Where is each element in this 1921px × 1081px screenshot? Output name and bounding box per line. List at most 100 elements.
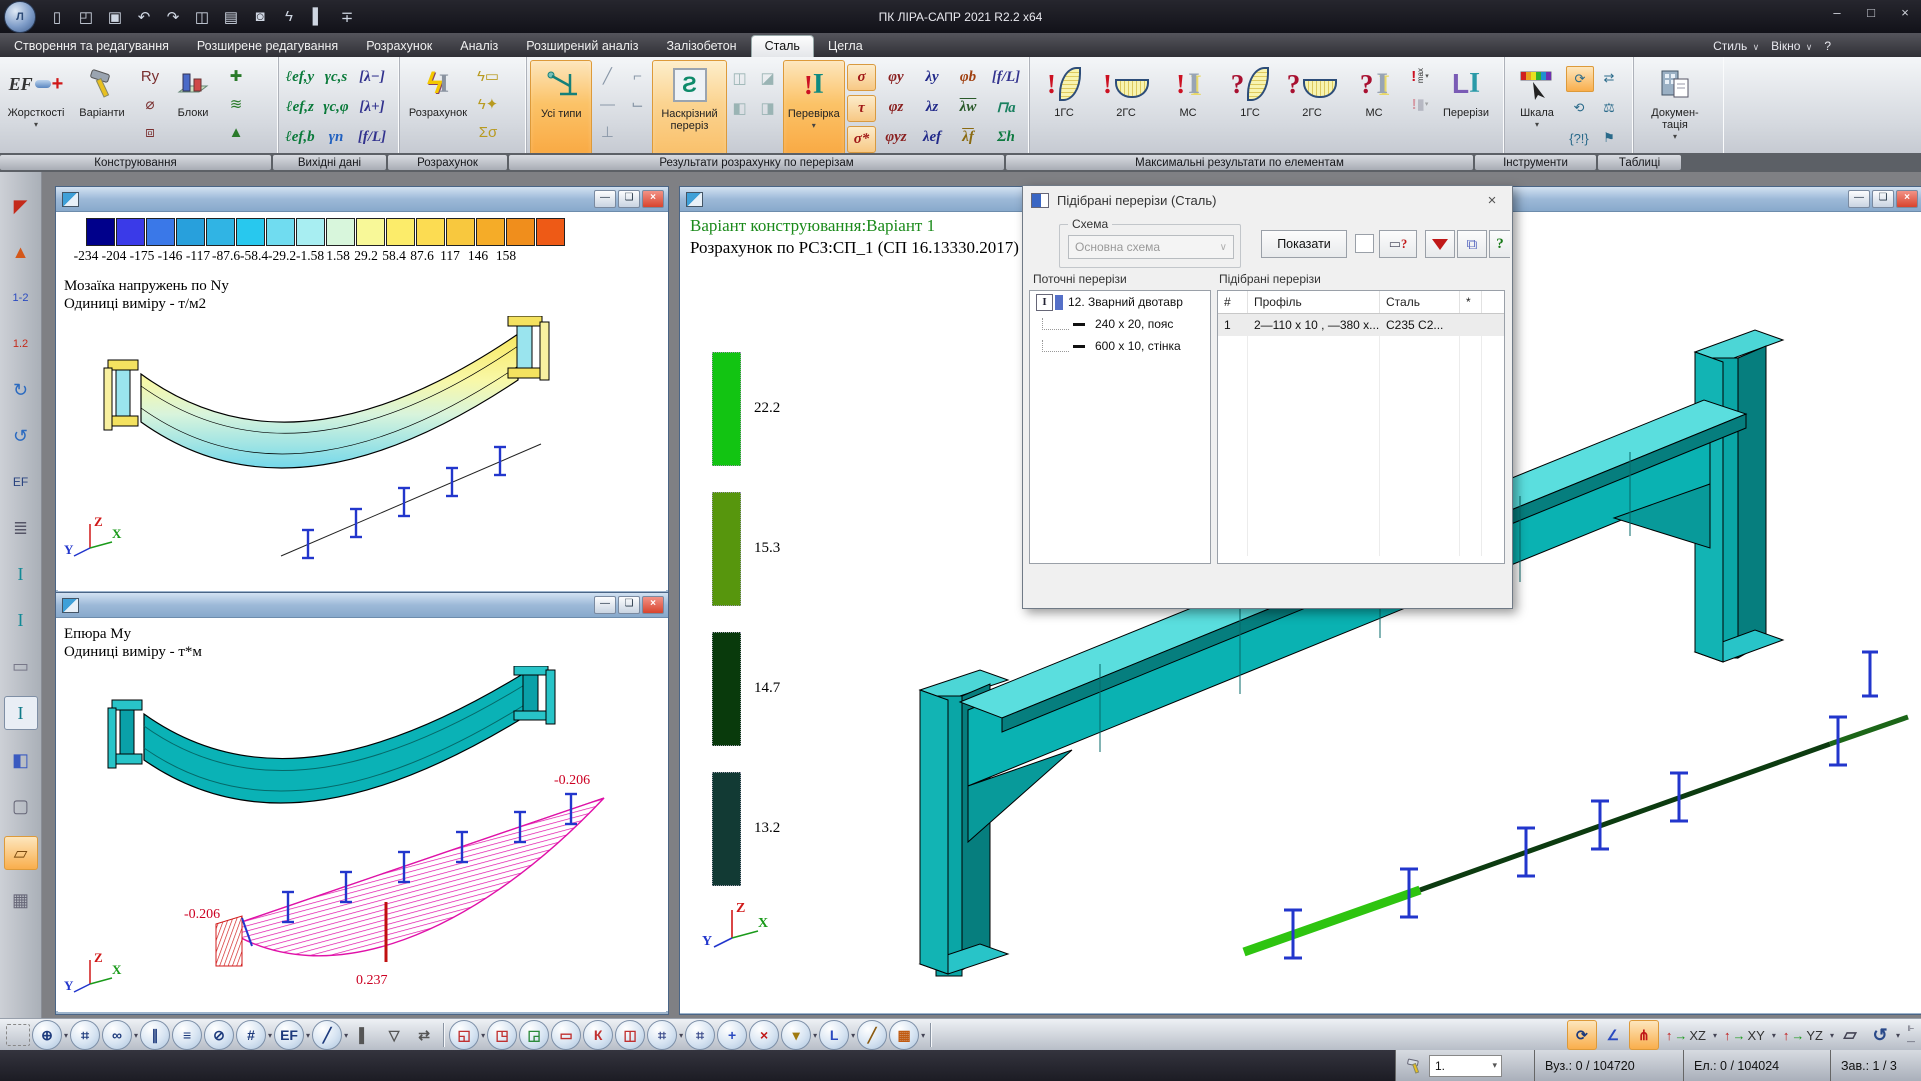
window2-maximize-button[interactable]: ❏ (618, 596, 640, 614)
app-logo-icon[interactable]: Л (4, 1, 36, 33)
tools-small-button-6[interactable]: ⚑ (1596, 126, 1622, 150)
tab-4[interactable]: Аналіз (446, 36, 512, 57)
dialog-close-button[interactable]: × (1480, 192, 1504, 209)
tab-7[interactable]: Сталь (751, 35, 814, 57)
result-math-cell-3[interactable]: φyz (878, 129, 914, 146)
view-xy-button[interactable]: ↑→XY (1720, 1022, 1769, 1048)
book-icon[interactable]: ▤ (220, 6, 242, 28)
minimize-button[interactable]: – (1827, 5, 1847, 20)
undo-icon[interactable]: ↶ (133, 6, 155, 28)
sidebar-plate-selected-icon[interactable]: ▱ (4, 836, 38, 870)
max-result-button-quest-МС[interactable]: ?ΙМС (1343, 60, 1405, 154)
tools-small-button-1[interactable]: ⟳ (1566, 66, 1594, 92)
toolbar-edge-buttons[interactable]: ⊩— (1904, 1023, 1918, 1047)
help-menu-button[interactable]: ? (1824, 39, 1831, 53)
tab-8[interactable]: Цегла (814, 36, 877, 57)
construction-small-button2-2[interactable]: ≋ (223, 92, 249, 116)
result-math-cell-10[interactable]: [f/L] (986, 69, 1026, 86)
sidebar-mosaic-results-icon[interactable]: ◤ (5, 190, 37, 222)
toolbar-vertical-lines-icon[interactable]: ∥ (140, 1020, 170, 1050)
camera-icon[interactable]: ◙ (249, 6, 271, 28)
construction-small-button2-1[interactable]: ✚ (223, 64, 249, 88)
calculation-button[interactable]: ϟ Ι Розрахунок (403, 60, 473, 154)
construction-small-button2-3[interactable]: ▲ (223, 120, 249, 144)
cube-icon[interactable]: ◫ (191, 6, 213, 28)
sidebar-ibeam-teal2-icon[interactable]: Ι (5, 604, 37, 636)
toolbar-chart-3d-icon[interactable]: ▌ (350, 1021, 378, 1049)
toolbar-flip-projection-icon[interactable]: ⇄ (410, 1021, 438, 1049)
tab-3[interactable]: Розрахунок (352, 36, 446, 57)
dialog-titlebar[interactable]: Підібрані перерізи (Сталь) × (1023, 186, 1512, 214)
sigma-button-2[interactable]: τ (847, 95, 876, 122)
scale-button[interactable]: Шкала▾ (1508, 60, 1566, 154)
input-cell-5[interactable]: γc,φ (318, 99, 354, 116)
variants-button[interactable]: Варіанти (69, 60, 135, 154)
construction-small-button-2[interactable]: ⌀ (137, 92, 163, 116)
sidebar-rotate-cw-icon[interactable]: ↻ (5, 374, 37, 406)
calc-small-button-3[interactable]: Σσ (475, 120, 501, 144)
input-cell-4[interactable]: ℓef,z (282, 99, 318, 116)
result-math-cell-7[interactable]: φb (950, 69, 986, 86)
selection-rect-icon[interactable] (6, 1024, 30, 1046)
window3-maximize-button[interactable]: ❏ (1872, 190, 1894, 208)
toolbar-rotate-node-icon[interactable]: ⊘ (204, 1020, 234, 1050)
max-result-button-quest-1ГС[interactable]: ?1ГС (1219, 60, 1281, 154)
sidebar-mosaic-arrow-icon[interactable]: ▲ (5, 236, 37, 268)
menu-1[interactable]: Стиль ∨ (1713, 39, 1759, 53)
current-sections-tree[interactable]: Ι 12. Зварний двотавр 240 x 20, пояс600 … (1029, 290, 1211, 564)
truss-section-button-2[interactable]: ◪ (755, 66, 781, 90)
tab-5[interactable]: Розширений аналіз (512, 36, 652, 57)
results-gray-button2-1[interactable]: ⌐ (624, 64, 650, 88)
schema-select[interactable]: Основна схема∨ (1068, 235, 1234, 259)
result-math-cell-1[interactable]: φy (878, 69, 914, 86)
view-yz-button[interactable]: ↑→YZ (1779, 1022, 1827, 1048)
show-button[interactable]: Показати (1261, 230, 1347, 258)
toolbar-pencil-icon[interactable]: ╱ (312, 1020, 342, 1050)
truss-section-button-1[interactable]: ◫ (727, 66, 753, 90)
window3-minimize-button[interactable]: — (1848, 190, 1870, 208)
window1-maximize-button[interactable]: ❏ (618, 190, 640, 208)
view-xz-button[interactable]: ↑→XZ (1662, 1022, 1710, 1048)
toolbar-link-nodes-icon[interactable]: ∞ (102, 1020, 132, 1050)
isometric-view-button[interactable]: ⋔ (1629, 1020, 1659, 1050)
sections-button[interactable]: L Ι Перерізи (1435, 60, 1497, 154)
spin-view-button[interactable]: ↺ (1866, 1021, 1894, 1049)
all-types-button[interactable]: Усі типи (530, 60, 592, 156)
redo-icon[interactable]: ↷ (162, 6, 184, 28)
input-cell-7[interactable]: ℓef,b (282, 129, 318, 146)
result-math-cell-12[interactable]: Σh (986, 129, 1026, 146)
input-cell-3[interactable]: [λ−] (354, 69, 390, 86)
input-cell-6[interactable]: [λ+] (354, 99, 390, 116)
window1-titlebar[interactable]: — ❏ × (56, 187, 668, 212)
tools-small-button-4[interactable]: ⚖ (1596, 96, 1622, 120)
sidebar-rotate-ccw-icon[interactable]: ↺ (5, 420, 37, 452)
tools-small-button-3[interactable]: ⟲ (1566, 96, 1592, 120)
table-column-4[interactable]: * (1460, 291, 1482, 313)
window1-minimize-button[interactable]: — (594, 190, 616, 208)
check-button[interactable]: ! Ι Перевірка▾ (783, 60, 845, 156)
table-column-1[interactable]: # (1218, 291, 1248, 313)
result-math-cell-8[interactable]: λw (950, 99, 986, 116)
results-gray-button-3[interactable]: ⊥ (594, 120, 620, 144)
tab-1[interactable]: Створення та редагування (0, 36, 183, 57)
chart-icon[interactable]: ▌ (307, 6, 329, 28)
toolbar-pan-icon[interactable]: ⊕ (32, 1020, 62, 1050)
toolbar-stiffness-ef-icon[interactable]: EF (274, 1020, 304, 1050)
close-button[interactable]: × (1895, 5, 1915, 20)
documentation-button[interactable]: Докумен-тація▾ (1637, 60, 1713, 154)
input-cell-1[interactable]: ℓef,y (282, 69, 318, 86)
help-button[interactable]: ? (1489, 230, 1510, 258)
toolbar-frame-pair-icon[interactable]: ◫ (615, 1020, 645, 1050)
window2-minimize-button[interactable]: — (594, 596, 616, 614)
toolbar-nodes-grid-icon[interactable]: ⌗ (70, 1020, 100, 1050)
sidebar-load-values-icon[interactable]: 1.2 (5, 328, 37, 360)
toolbar-frame-red-icon[interactable]: ▭ (551, 1020, 581, 1050)
toolbar-grid-hash-icon[interactable]: # (236, 1020, 266, 1050)
tools-small-button-5[interactable]: {?!} (1566, 126, 1592, 150)
sidebar-grid-icon[interactable]: ▦ (5, 884, 37, 916)
max-result-button-quest-2ГС[interactable]: ?2ГС (1281, 60, 1343, 154)
save-icon[interactable]: ▣ (104, 6, 126, 28)
input-cell-2[interactable]: γc,s (318, 69, 354, 86)
tab-6[interactable]: Залізобетон (652, 36, 750, 57)
toolbar-fragment-window-icon[interactable]: ◱ (449, 1020, 479, 1050)
